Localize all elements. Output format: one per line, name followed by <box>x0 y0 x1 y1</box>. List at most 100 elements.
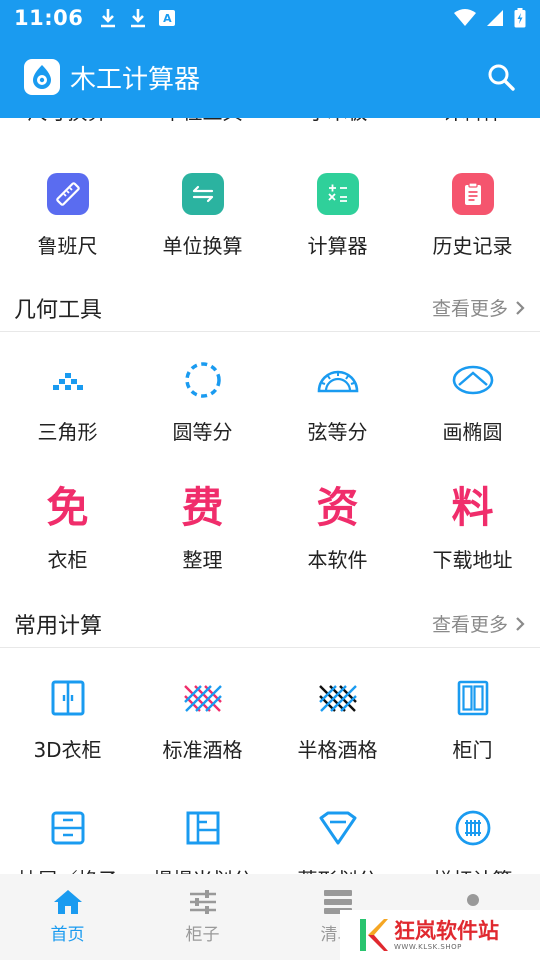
home-content[interactable]: 尺寸换算 单位工具 小木板 计料件 鲁班尺 单位换算 <box>0 118 540 874</box>
tool-ruler[interactable]: 鲁班尺 <box>0 172 135 259</box>
tool-label: 历史记录 <box>432 234 513 258</box>
chevron-right-icon <box>516 300 525 315</box>
wifi-icon <box>454 9 476 26</box>
tool-unit-convert[interactable]: 单位换算 <box>135 172 270 259</box>
watermark-logo-icon <box>358 917 388 953</box>
tool-railing[interactable]: 栏杆计算 <box>405 806 540 874</box>
protractor-icon <box>317 370 358 393</box>
exchange-icon <box>181 173 224 215</box>
common-grid-row2: 抽屉／格子 榻榻米划分 菱形划分 <box>0 806 540 874</box>
see-more-link[interactable]: 查看更多 <box>432 610 526 637</box>
sliders-icon <box>189 890 216 914</box>
diamond-icon <box>319 811 356 845</box>
grid-item-label[interactable]: 计料件 <box>405 118 540 126</box>
section-title: 常用计算 <box>14 613 103 639</box>
tool-label: 柜门 <box>452 738 493 762</box>
geometry-grid: 三角形 圆等分 弦等分 画椭圆 <box>0 358 540 445</box>
tool-cabinet-door[interactable]: 柜门 <box>405 676 540 763</box>
tool-label: 三角形 <box>37 420 98 444</box>
promo-label: 下载地址 <box>432 548 513 572</box>
calculator-icon <box>316 173 359 215</box>
chevron-right-icon <box>516 616 525 631</box>
watermark: 狂岚软件站 WWW.KLSK.SHOP <box>340 910 540 960</box>
tool-history[interactable]: 历史记录 <box>405 172 540 259</box>
scrolled-row: 尺寸换算 单位工具 小木板 计料件 <box>0 118 540 126</box>
tool-label: 弦等分 <box>307 420 368 444</box>
section-title: 几何工具 <box>14 297 103 323</box>
tool-ellipse[interactable]: 画椭圆 <box>405 358 540 445</box>
drawer-icon <box>51 811 84 845</box>
tool-label: 单位换算 <box>162 234 243 258</box>
promo-char: 费 <box>181 483 224 532</box>
watermark-brand: 狂岚软件站 <box>394 919 499 943</box>
tool-label: 榻榻米划分 <box>153 864 253 874</box>
tool-label: 计算器 <box>307 234 368 258</box>
tool-label: 栏杆计算 <box>433 864 513 874</box>
search-button[interactable] <box>486 62 516 92</box>
tool-circle-divide[interactable]: 圆等分 <box>135 358 270 445</box>
tool-label: 菱形划分 <box>298 864 378 874</box>
triangle-dots-icon <box>52 373 83 390</box>
tool-label: 鲁班尺 <box>37 234 98 258</box>
tool-3d-wardrobe[interactable]: 3D衣柜 <box>0 676 135 763</box>
home-icon <box>53 890 82 914</box>
promo-char: 料 <box>451 483 494 532</box>
download-icon <box>101 9 116 28</box>
see-more-link[interactable]: 查看更多 <box>432 294 526 321</box>
tool-label: 半格酒格 <box>297 738 378 762</box>
promo-item[interactable]: 免 衣柜 <box>0 486 135 573</box>
app-screen: 11:06 A 木工计算器 鲁班尺 单位换算 计算器 历史记录 几何工具 查看更… <box>0 0 540 960</box>
tool-drawer[interactable]: 抽屉／格子 <box>0 806 135 874</box>
tool-half-wine-rack[interactable]: 半格酒格 <box>270 676 405 763</box>
tatami-icon <box>186 811 219 845</box>
railing-icon <box>455 810 490 846</box>
promo-item[interactable]: 料 下载地址 <box>405 486 540 573</box>
signal-icon <box>487 10 503 26</box>
wardrobe-icon <box>51 680 84 716</box>
promo-label: 衣柜 <box>47 548 88 572</box>
tool-triangle[interactable]: 三角形 <box>0 358 135 445</box>
grid-item-label[interactable]: 单位工具 <box>135 118 270 126</box>
tool-label: 抽屉／格子 <box>18 864 118 874</box>
battery-icon <box>514 8 526 28</box>
nav-label: 首页 <box>50 925 85 945</box>
nav-home[interactable]: 首页 <box>0 874 135 960</box>
app-title: 木工计算器 <box>70 64 201 95</box>
promo-char: 免 <box>46 483 89 532</box>
nav-label: 柜子 <box>185 925 220 945</box>
promo-grid: 免 衣柜 费 整理 资 本软件 料 下载地址 <box>0 486 540 573</box>
section-geometry-header: 几何工具 查看更多 <box>0 284 540 332</box>
search-icon <box>488 64 515 91</box>
ruler-icon <box>46 173 89 215</box>
tool-label: 圆等分 <box>172 420 233 444</box>
tool-calculator[interactable]: 计算器 <box>270 172 405 259</box>
tools-grid: 鲁班尺 单位换算 计算器 历史记录 <box>0 172 540 259</box>
tool-diamond[interactable]: 菱形划分 <box>270 806 405 874</box>
cabinet-door-icon <box>457 680 488 716</box>
nav-cabinet[interactable]: 柜子 <box>135 874 270 960</box>
status-bar: 11:06 A <box>0 0 540 36</box>
tool-chord-divide[interactable]: 弦等分 <box>270 358 405 445</box>
promo-label: 本软件 <box>307 548 368 572</box>
notification-icons: A <box>99 8 176 28</box>
half-wine-rack-icon <box>318 685 357 712</box>
wine-rack-icon <box>183 685 222 712</box>
grid-item-label[interactable]: 尺寸换算 <box>0 118 135 126</box>
app-logo-icon <box>24 59 60 95</box>
dashed-circle-icon <box>184 362 221 398</box>
promo-item[interactable]: 费 整理 <box>135 486 270 573</box>
common-grid: 3D衣柜 标准酒格 半格酒格 柜门 <box>0 676 540 763</box>
status-time: 11:06 <box>14 6 84 30</box>
tool-label: 标准酒格 <box>162 738 243 762</box>
ellipse-icon <box>452 365 493 395</box>
watermark-url: WWW.KLSK.SHOP <box>394 943 462 951</box>
section-common-header: 常用计算 查看更多 <box>0 600 540 648</box>
tool-wine-rack[interactable]: 标准酒格 <box>135 676 270 763</box>
tool-tatami[interactable]: 榻榻米划分 <box>135 806 270 874</box>
grid-item-label[interactable]: 小木板 <box>270 118 405 126</box>
promo-item[interactable]: 资 本软件 <box>270 486 405 573</box>
see-more-label: 查看更多 <box>431 614 508 636</box>
promo-label: 整理 <box>182 548 223 572</box>
store-notification-icon: A <box>159 10 176 26</box>
tool-label: 3D衣柜 <box>33 738 102 762</box>
